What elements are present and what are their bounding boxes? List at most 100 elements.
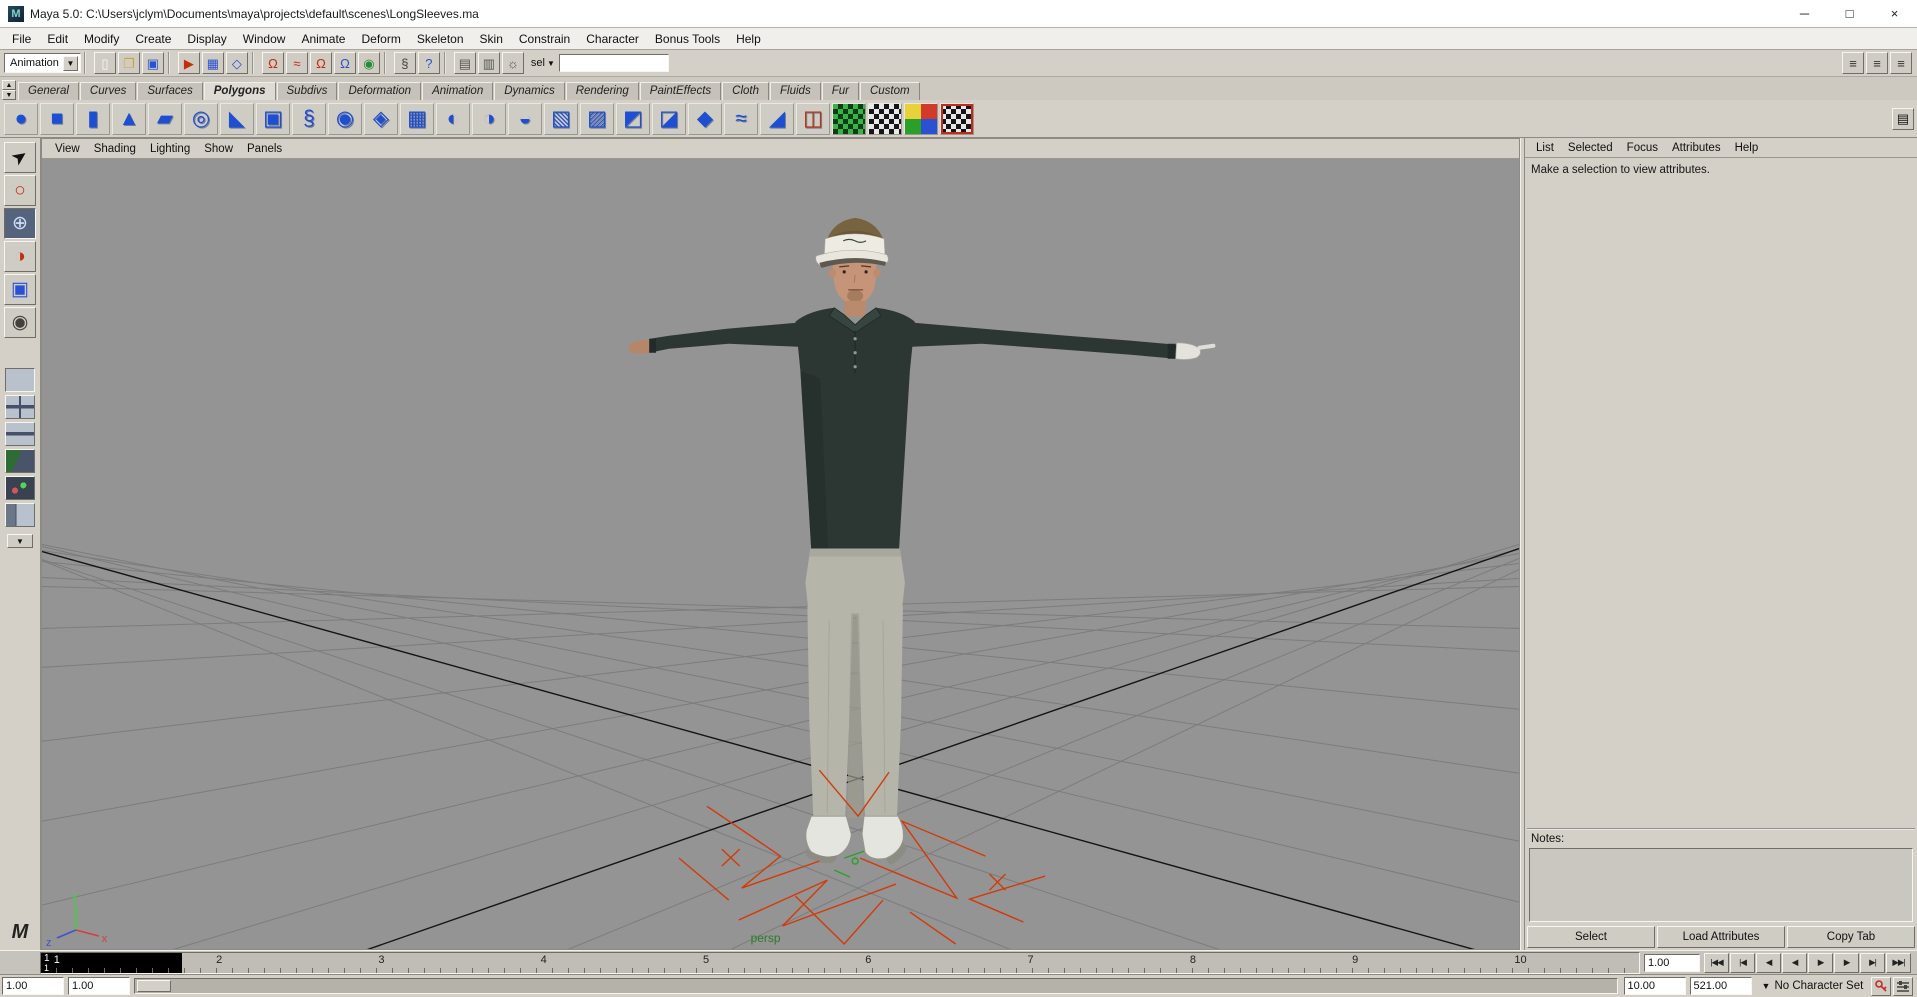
menu-skin[interactable]: Skin [472,30,511,48]
viewport-menu-show[interactable]: Show [197,142,240,156]
ae-menu-focus[interactable]: Focus [1620,141,1665,155]
menu-modify[interactable]: Modify [76,30,127,48]
shelf-cylindrical-mapping[interactable] [868,103,902,135]
animation-end-field[interactable] [1690,977,1752,995]
viewport-menu-lighting[interactable]: Lighting [143,142,197,156]
layout-single-pane[interactable] [5,368,35,392]
minimize-button[interactable]: ─ [1782,0,1827,27]
snap-to-grids-icon[interactable]: Ω [262,52,284,74]
frame-label-8[interactable]: 8 [1190,954,1196,966]
shelf-poly-platonic-solid[interactable]: ◈ [364,103,398,135]
shelf-poly-plane[interactable]: ▰ [148,103,182,135]
shelf-planar-mapping[interactable] [832,103,866,135]
shelf-tab-surfaces[interactable]: Surfaces [137,82,202,100]
quick-select-input[interactable] [559,54,669,72]
shelf-poly-cube[interactable]: ■ [40,103,74,135]
shelf-poly-soccer-ball[interactable]: ◉ [328,103,362,135]
step-back-key-button[interactable]: ◀ [1756,953,1781,973]
menu-help[interactable]: Help [728,30,769,48]
close-button[interactable]: × [1872,0,1917,27]
render-globals-icon[interactable]: ☼ [502,52,524,74]
go-to-playback-end-button[interactable]: ▶▶| [1886,953,1911,973]
character-set-label[interactable]: No Character Set [1774,980,1863,992]
make-live-icon[interactable]: ◉ [358,52,380,74]
shelf-merge-vertices[interactable]: ◆ [688,103,722,135]
step-forward-frame-button[interactable]: ▶| [1860,953,1885,973]
file-new-icon[interactable]: ▯ [94,52,116,74]
shelf-automatic-mapping[interactable] [904,103,938,135]
step-forward-key-button[interactable]: ▶ [1834,953,1859,973]
frame-label-5[interactable]: 5 [703,954,709,966]
shelf-tab-curves[interactable]: Curves [80,82,136,100]
select-tool[interactable]: ➤ [4,142,36,173]
load-attributes-button[interactable]: Load Attributes [1657,926,1785,948]
shelf-boolean-intersection[interactable]: ◒ [508,103,542,135]
shelf-menu-icon[interactable]: ▤ [1892,108,1914,130]
auto-keyframe-icon[interactable] [1871,977,1891,996]
shelf-mirror-geometry[interactable]: ◫ [796,103,830,135]
shelf-uv-texture-editor[interactable] [940,103,974,135]
show-tool-settings-toggle[interactable]: ≡ [1866,52,1888,74]
shelf-poly-sphere[interactable]: ● [4,103,38,135]
shelf-smooth[interactable]: ≈ [724,103,758,135]
shelf-tab-custom[interactable]: Custom [860,82,920,100]
file-open-icon[interactable]: ❐ [118,52,140,74]
ae-menu-selected[interactable]: Selected [1561,141,1620,155]
shelf-poly-prism[interactable]: ◣ [220,103,254,135]
frame-label-7[interactable]: 7 [1028,954,1034,966]
menu-create[interactable]: Create [127,30,179,48]
viewport-menu-shading[interactable]: Shading [87,142,143,156]
range-slider-track[interactable] [134,978,1618,994]
layout-persp-shaded[interactable] [5,449,35,473]
menu-deform[interactable]: Deform [353,30,408,48]
shelf-tab-rendering[interactable]: Rendering [566,82,639,100]
menu-file[interactable]: File [4,30,39,48]
shelf-tab-cloth[interactable]: Cloth [722,82,769,100]
shelf-split-polygon[interactable]: ◩ [616,103,650,135]
select-component-icon[interactable]: ◇ [226,52,248,74]
shelf-boolean-difference[interactable]: ◑ [472,103,506,135]
menu-skeleton[interactable]: Skeleton [409,30,472,48]
shelf-tab-deformation[interactable]: Deformation [338,82,421,100]
menu-display[interactable]: Display [179,30,234,48]
shelf-boolean-union[interactable]: ◐ [436,103,470,135]
shelf-tab-painteffects[interactable]: PaintEffects [640,82,721,100]
play-forwards-button[interactable]: ▶ [1808,953,1833,973]
shelf-bevel[interactable]: ◢ [760,103,794,135]
go-to-playback-start-button[interactable]: |◀◀ [1704,953,1729,973]
ae-menu-list[interactable]: List [1529,141,1561,155]
shelf-tab-polygons[interactable]: Polygons [204,82,276,100]
show-manipulator-tool[interactable]: ◉ [4,307,36,338]
playback-start-field[interactable] [68,977,130,995]
menu-character[interactable]: Character [578,30,647,48]
menu-edit[interactable]: Edit [39,30,76,48]
file-save-icon[interactable]: ▣ [142,52,164,74]
shelf-poly-cylinder[interactable]: ▮ [76,103,110,135]
select-button[interactable]: Select [1527,926,1655,948]
character-set-dropdown-icon[interactable]: ▼ [1762,981,1771,991]
render-current-frame-icon[interactable]: ▤ [454,52,476,74]
snap-to-view-planes-icon[interactable]: Ω [334,52,356,74]
playback-end-field[interactable] [1624,977,1686,995]
construction-history-icon[interactable]: § [394,52,416,74]
maximize-button[interactable]: □ [1827,0,1872,27]
shelf-extrude-face[interactable]: ▧ [544,103,578,135]
snap-to-curves-icon[interactable]: ≈ [286,52,308,74]
shelf-extrude-edge[interactable]: ▨ [580,103,614,135]
quick-help-icon[interactable]: ? [418,52,440,74]
step-back-frame-button[interactable]: |◀ [1730,953,1755,973]
animation-preferences-icon[interactable] [1893,977,1913,996]
viewport-menu-panels[interactable]: Panels [240,142,289,156]
layout-two-pane-stacked[interactable] [5,422,35,446]
lasso-select-tool[interactable]: ○ [4,175,36,206]
scale-tool[interactable]: ▣ [4,274,36,305]
menu-window[interactable]: Window [235,30,294,48]
chevron-down-icon[interactable]: ▼ [547,59,555,68]
viewport-menu-view[interactable]: View [48,142,87,156]
shelf-tab-subdivs[interactable]: Subdivs [277,82,338,100]
viewport-3d-scene[interactable]: y x z persp [42,159,1519,949]
frame-label-3[interactable]: 3 [378,954,384,966]
show-attribute-editor-toggle[interactable]: ≡ [1842,52,1864,74]
ae-menu-attributes[interactable]: Attributes [1665,141,1728,155]
snap-to-points-icon[interactable]: Ω [310,52,332,74]
